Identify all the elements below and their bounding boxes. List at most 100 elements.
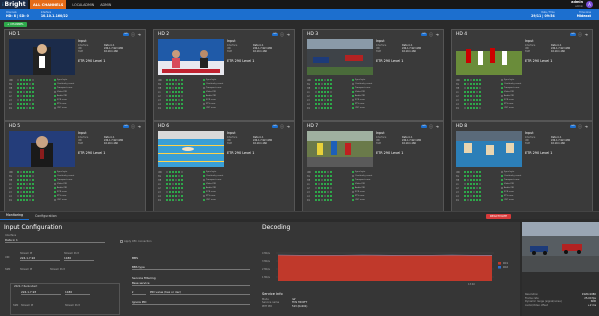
- info-icon[interactable]: ⓘ: [429, 32, 433, 38]
- meter-dots: [315, 83, 334, 85]
- stream-ip-input[interactable]: 224.1.7.92: [20, 255, 60, 261]
- channel-thumbnail[interactable]: [307, 39, 373, 75]
- apply-cec-checkbox[interactable]: Apply CEC connection: [120, 240, 152, 243]
- ssm2-port-label[interactable]: Stream Port: [65, 304, 80, 307]
- indicator-label: Audio PID: [355, 95, 366, 97]
- nav-localadmin[interactable]: LOCALADMIN: [72, 3, 94, 7]
- channel-card[interactable]: HD 6 HD ⓘ ➜ Input Interface Data in 1 URI 224.1.…: [153, 121, 295, 213]
- status-dot: [479, 199, 481, 201]
- status-dot: [172, 103, 174, 105]
- ssm-ip-label[interactable]: Stream IP: [20, 268, 32, 271]
- preview-video[interactable]: [522, 222, 599, 272]
- status-dot: [178, 79, 180, 81]
- tab-monitoring[interactable]: Monitoring: [0, 212, 30, 220]
- channel-thumbnail[interactable]: [9, 131, 75, 167]
- add-channel-button[interactable]: + CHANNEL: [4, 21, 27, 27]
- info-value: 10.10.1.160: [551, 142, 565, 146]
- channel-card[interactable]: HD 7 HD ⓘ ➜ Input Interface Data in 1 URI 224.1.…: [302, 121, 444, 213]
- info-icon[interactable]: ⓘ: [578, 124, 582, 130]
- channel-thumbnail[interactable]: [307, 131, 373, 167]
- app-logo[interactable]: i Bright: [0, 0, 28, 9]
- nav-all-channels[interactable]: ALL CHANNELS: [30, 0, 67, 9]
- indicator: Audio PID: [501, 186, 514, 189]
- status-dot: [321, 107, 323, 109]
- ssm-label: SSM: [5, 268, 11, 271]
- hd-badge[interactable]: HD: [123, 124, 129, 128]
- channel-thumbnail[interactable]: [456, 131, 522, 167]
- status-dot: [324, 199, 326, 201]
- status-dot: [330, 199, 332, 201]
- status-dot: [166, 179, 168, 181]
- status-dot: [32, 83, 34, 85]
- chevron-right-icon[interactable]: ➜: [138, 32, 141, 37]
- indicator-label: Transport error: [206, 87, 222, 89]
- status-dot: [479, 175, 481, 177]
- redundant-ip-input[interactable]: 224.1.7.93: [21, 289, 61, 295]
- meter-dots: [17, 83, 36, 85]
- meter-label: URI: [9, 78, 13, 82]
- info-icon[interactable]: ⓘ: [131, 32, 135, 38]
- channel-thumbnail[interactable]: [9, 39, 75, 75]
- hd-badge[interactable]: HD: [123, 32, 129, 36]
- chevron-right-icon[interactable]: ➜: [436, 124, 439, 129]
- indicator: PTS error: [203, 194, 216, 197]
- channel-thumbnail[interactable]: [456, 39, 522, 75]
- channel-card[interactable]: HD 5 HD ⓘ ➜ Input Interface Data in 1 URI 224.1.…: [4, 121, 146, 213]
- meter-label: SS: [456, 174, 459, 178]
- meter-row: R1 CRC error: [9, 106, 143, 110]
- chevron-right-icon[interactable]: ➜: [436, 32, 439, 37]
- hd-badge[interactable]: HD: [421, 124, 427, 128]
- input-info: Input Interface Data in 1 URI 224.1.7.92:118…: [525, 39, 591, 54]
- chevron-right-icon[interactable]: ➜: [585, 32, 588, 37]
- service-filter-select[interactable]: Bsse service: [132, 280, 250, 286]
- hd-badge[interactable]: HD: [570, 32, 576, 36]
- channel-card[interactable]: HD 4 HD ⓘ ➜ Input Interface Data in 1 URI 224.1.…: [451, 29, 593, 121]
- info-icon[interactable]: ⓘ: [280, 32, 284, 38]
- interface-select[interactable]: Data in 1: [5, 237, 105, 243]
- status-dot: [172, 191, 174, 193]
- ssm2-ip-label[interactable]: Stream IP: [21, 304, 33, 307]
- meter-label: URI: [9, 170, 13, 174]
- status-dot: [32, 179, 34, 181]
- hd-badge[interactable]: HD: [570, 124, 576, 128]
- info-icon[interactable]: ⓘ: [280, 124, 284, 130]
- indicator-dot: [501, 183, 503, 185]
- tab-configuration[interactable]: Configuration: [29, 212, 63, 220]
- indicator-label: PCR error: [57, 99, 67, 101]
- channel-card[interactable]: HD 8 HD ⓘ ➜ Input Interface Data in 1 URI 224.1.…: [451, 121, 593, 213]
- user-menu[interactable]: admin admin A: [571, 0, 593, 8]
- meter-label: L3: [158, 190, 161, 194]
- hd-badge[interactable]: HD: [421, 32, 427, 36]
- pid-value-input[interactable]: PID value (hex or dec): [150, 289, 250, 295]
- ignore-pid-input[interactable]: Ignore PID: [132, 299, 250, 305]
- chevron-right-icon[interactable]: ➜: [138, 124, 141, 129]
- channel-thumbnail[interactable]: [158, 39, 224, 75]
- avatar[interactable]: A: [586, 1, 593, 8]
- status-dot: [178, 171, 180, 173]
- redundant-port-input[interactable]: 1180: [65, 289, 90, 295]
- status-dot: [330, 95, 332, 97]
- chevron-right-icon[interactable]: ➜: [287, 32, 290, 37]
- pid-type-select[interactable]: ▾: [132, 289, 146, 295]
- channel-card[interactable]: HD 2 HD ⓘ ➜ Input Interface Data in 1 URI 224.1.…: [153, 29, 295, 121]
- channel-card[interactable]: HD 1 HD ⓘ ➜ Input Interface Data in 1 URI 224.1.…: [4, 29, 146, 121]
- info-icon[interactable]: ⓘ: [429, 124, 433, 130]
- status-dot: [29, 95, 31, 97]
- hd-badge[interactable]: HD: [272, 124, 278, 128]
- info-icon[interactable]: ⓘ: [131, 124, 135, 130]
- stream-port-input[interactable]: 1180: [64, 255, 94, 261]
- channel-card[interactable]: HD 3 HD ⓘ ➜ Input Interface Data in 1 URI 224.1.…: [302, 29, 444, 121]
- chevron-right-icon[interactable]: ➜: [287, 124, 290, 129]
- status-dot: [479, 187, 481, 189]
- hd-badge[interactable]: HD: [272, 32, 278, 36]
- nav-admin[interactable]: ADMIN: [100, 3, 111, 7]
- channel-thumbnail[interactable]: [158, 131, 224, 167]
- status-dot: [476, 191, 478, 193]
- bbs-type-select[interactable]: BBS type: [132, 264, 250, 270]
- indicator: CRC error: [501, 198, 514, 201]
- ssm-port-label[interactable]: Stream Port: [50, 268, 65, 271]
- info-icon[interactable]: ⓘ: [578, 32, 582, 38]
- meter-dots: [315, 191, 334, 193]
- chevron-right-icon[interactable]: ➜: [585, 124, 588, 129]
- reactivate-button[interactable]: REACTIVATE: [486, 213, 511, 219]
